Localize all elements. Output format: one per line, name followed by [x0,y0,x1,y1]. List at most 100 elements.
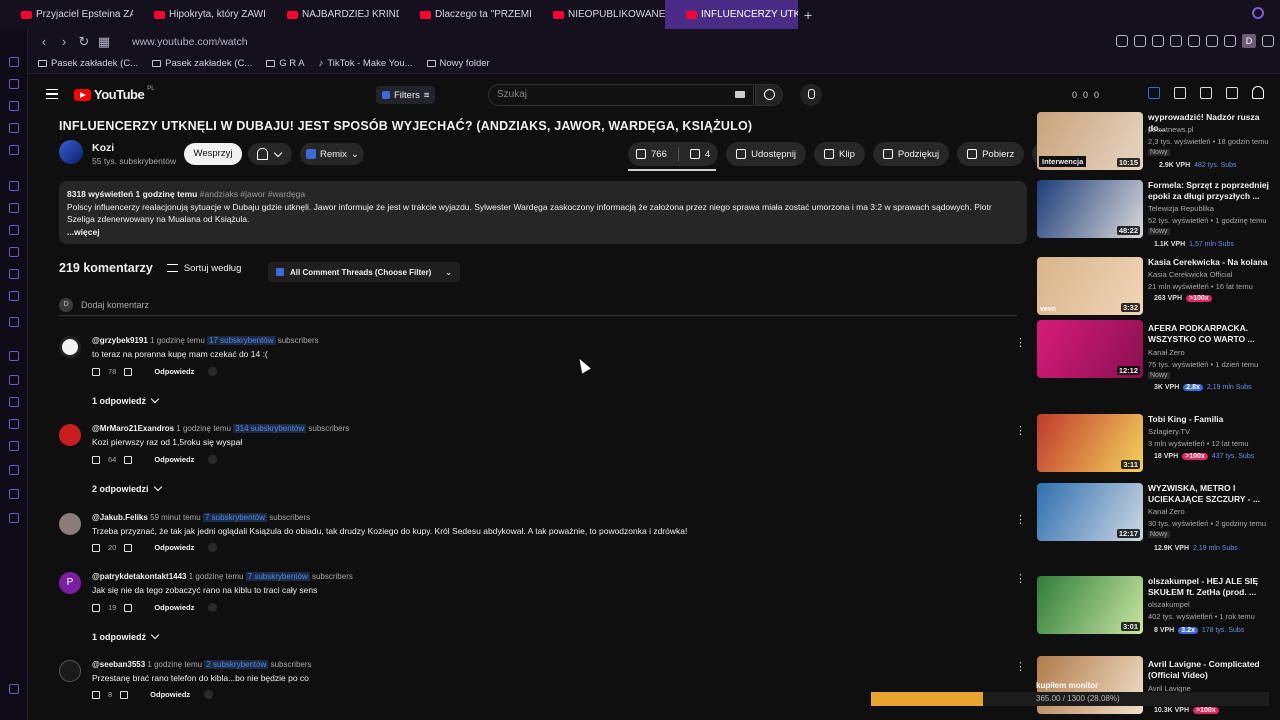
add-comment-field[interactable]: D Dodaj komentarz [59,298,1017,316]
thumbs-down-icon[interactable] [124,367,133,376]
video-thumbnail[interactable]: 48:22 [1037,180,1143,238]
menu-icon[interactable] [46,89,58,99]
extension-dot-icon[interactable] [208,603,218,612]
comment-menu-button[interactable]: ⋮ [1015,513,1026,526]
video-title[interactable]: Formela: Sprzęt z poprzedniej epoki za d… [1148,180,1277,202]
comment-avatar[interactable] [59,336,81,358]
support-button[interactable]: Wesprzyj [184,143,242,165]
extension-dot-icon[interactable] [208,543,218,552]
thumbs-up-icon[interactable] [92,455,100,464]
comment-avatar[interactable] [59,424,81,446]
sidebar-app-icon[interactable] [9,465,19,475]
bookmark-folder[interactable]: Nowy folder [426,58,490,69]
url-field[interactable]: www.youtube.com/watch [132,36,248,48]
extension-icon[interactable] [1152,35,1164,47]
extension-icon[interactable] [1134,35,1146,47]
browser-tab[interactable]: NAJBARDZIEJ KRINDŻOW [266,0,399,29]
reply-button[interactable]: Odpowiedz [154,455,194,464]
comment-time[interactable]: 1 godzinę temu [147,660,202,669]
channel-avatar[interactable] [59,140,83,164]
sidebar-app-icon[interactable] [9,351,19,361]
sidebar-app-icon[interactable] [9,513,19,523]
browser-tab-active[interactable]: INFLUENCERZY UTKNĘLI [665,0,798,29]
reload-button[interactable]: ↻ [74,34,94,50]
remix-button[interactable]: Remix ⌄ [300,143,364,165]
recommended-video[interactable]: 3:11 Tobi King - Familia Szlagiery.TV 3 … [1037,414,1277,474]
video-channel[interactable]: polsatnews.pl [1148,125,1193,134]
thumbs-down-icon[interactable] [124,543,133,552]
search-input[interactable]: Szukaj [488,84,754,106]
video-title[interactable]: WYZWISKA, METRO I UCIEKAJĄCE SZCZURY - .… [1148,483,1277,505]
video-thumbnail[interactable]: 12:12 [1037,320,1143,378]
extension-dot-icon[interactable] [208,367,218,376]
share-button[interactable]: Udostępnij [726,142,807,166]
video-channel[interactable]: olszakumpel [1148,600,1190,609]
comment-time[interactable]: 1 godzinę temu [150,336,205,345]
reply-button[interactable]: Odpowiedz [150,690,190,699]
browser-tab[interactable]: Hipokryta, który ZAWIÓD [133,0,266,29]
tab-search-icon[interactable] [1252,7,1264,19]
clip-button[interactable]: Klip [814,142,865,166]
filters-button[interactable]: Filters ≡ [376,86,436,104]
comment-menu-button[interactable]: ⋮ [1015,336,1026,349]
video-channel[interactable]: Telewizja Republika [1148,204,1214,213]
bookmark-link[interactable]: ♪ TikTok - Make You... [319,58,413,69]
zoom-icon[interactable] [1116,35,1128,47]
video-title[interactable]: Avril Lavigne - Complicated (Official Vi… [1148,659,1277,681]
dislike-button[interactable]: 4 [689,149,710,160]
description-tags[interactable]: #andziaks #jawor #wardęga [200,189,305,199]
comment-menu-button[interactable]: ⋮ [1015,424,1026,437]
bookmark-folder[interactable]: Pasek zakładek (C... [38,58,138,69]
thumbs-up-icon[interactable] [92,367,100,376]
back-button[interactable]: ‹ [34,34,54,49]
comment-author[interactable]: @MrMaro21Exandros [92,424,174,433]
comment-author[interactable]: @grzybek9191 [92,336,148,345]
thumbs-up-icon[interactable] [92,690,100,699]
shield-icon[interactable] [1170,35,1182,47]
extension-icon[interactable] [1148,86,1160,99]
sidebar-app-icon[interactable] [9,441,19,451]
video-description[interactable]: 8318 wyświetleń 1 godzinę temu #andziaks… [59,181,1027,244]
reply-button[interactable]: Odpowiedz [154,543,194,552]
comment-menu-button[interactable]: ⋮ [1015,572,1026,585]
reply-button[interactable]: Odpowiedz [154,603,194,612]
new-tab-button[interactable]: + [804,7,812,23]
video-thumbnail[interactable]: Interwencja 10:15 [1037,112,1143,170]
thumbs-up-icon[interactable] [92,543,100,552]
notifications-icon[interactable] [1252,86,1264,99]
download-icon[interactable] [1262,35,1274,47]
video-channel[interactable]: Kasia Cerekwicka Official [1148,270,1232,279]
like-button[interactable]: 766 [636,149,667,160]
sort-button[interactable]: Sortuj według [166,263,241,274]
extension-dot-icon[interactable] [204,690,214,699]
comment-avatar[interactable] [59,513,81,535]
comment-avatar[interactable]: P [59,572,81,594]
comment-time[interactable]: 1 godzinę temu [189,572,244,581]
extension-dot-icon[interactable] [208,455,218,464]
comment-author[interactable]: @patrykdetakontakt1443 [92,572,187,581]
replies-toggle[interactable]: 1 odpowiedź [92,394,160,406]
play-icon[interactable] [1188,35,1200,47]
sidebar-app-icon[interactable] [9,419,19,429]
site-info-icon[interactable]: ▦ [94,34,114,50]
thumbs-up-icon[interactable] [92,603,100,612]
video-title[interactable]: Tobi King - Familia [1148,414,1277,425]
comment-menu-button[interactable]: ⋮ [1015,660,1026,673]
sidebar-app-icon[interactable] [9,145,19,155]
upload-icon[interactable] [1226,86,1238,99]
sidebar-app-icon[interactable] [9,317,19,327]
bookmark-folder[interactable]: Pasek zakładek (C... [152,58,252,69]
reply-button[interactable]: Odpowiedz [154,367,194,376]
forward-button[interactable]: › [54,34,74,49]
recommended-video[interactable]: 12:17 WYZWISKA, METRO I UCIEKAJĄCE SZCZU… [1037,483,1277,557]
video-thumbnail[interactable]: vevo 3:32 [1037,257,1143,315]
download-button[interactable]: Pobierz [957,142,1025,166]
recommended-video[interactable]: 48:22 Formela: Sprzęt z poprzedniej epok… [1037,180,1277,250]
replies-toggle[interactable]: 2 odpowiedzi [92,482,162,494]
replies-toggle[interactable]: 1 odpowiedź [92,630,160,642]
sidebar-app-icon[interactable] [9,375,19,385]
thumbs-down-icon[interactable] [124,603,133,612]
sidebar-app-icon[interactable] [9,123,19,133]
comment-avatar[interactable] [59,660,81,682]
subscription-bell-button[interactable] [248,143,292,165]
